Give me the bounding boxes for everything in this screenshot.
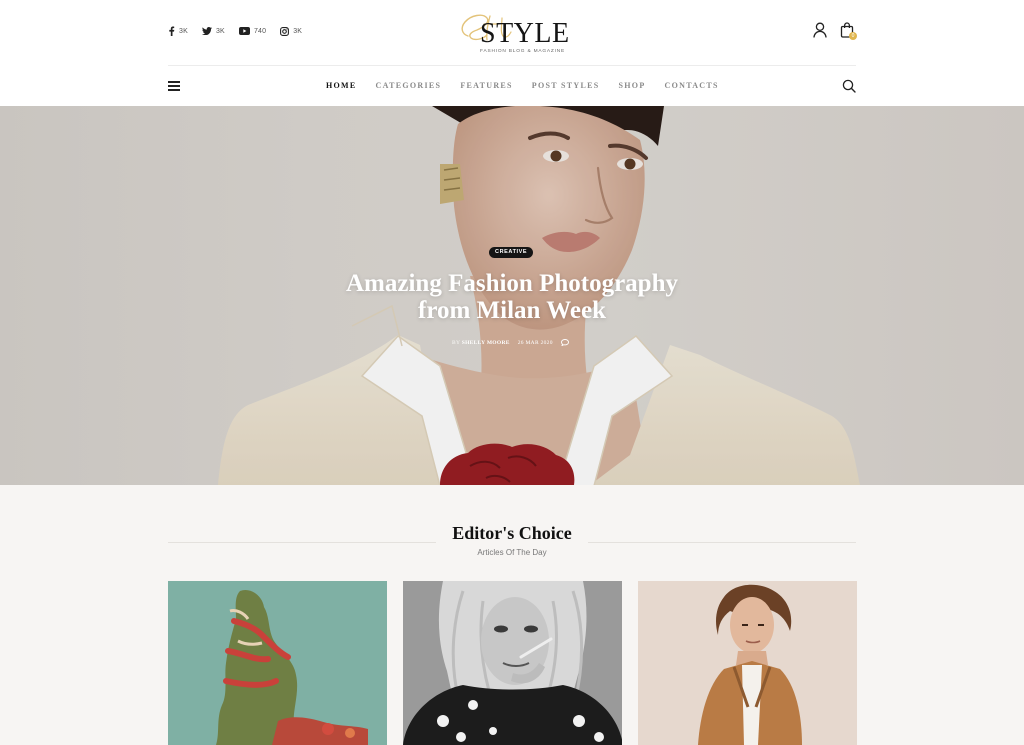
hero-title[interactable]: Amazing Fashion Photography from Milan W…: [262, 270, 762, 324]
facebook-link[interactable]: 3K: [168, 26, 188, 36]
meta-by-label: BY: [452, 339, 461, 346]
nav-item-home[interactable]: HOME: [326, 81, 357, 90]
article-image-3: [638, 581, 857, 745]
article-card-1[interactable]: [168, 581, 387, 745]
editors-choice-section: Editor's Choice Articles Of The Day: [0, 485, 1024, 745]
nav-item-shop[interactable]: SHOP: [619, 81, 646, 90]
post-meta: BY SHELLY MOORE 26 MAR 2020: [452, 339, 569, 346]
section-title: Editor's Choice: [452, 523, 572, 543]
hero-title-line-2: from Milan Week: [418, 297, 606, 324]
article-image-2: [403, 581, 622, 745]
menu-toggle-icon[interactable]: [168, 81, 180, 91]
nav-menu: HOME CATEGORIES FEATURES POST STYLES SHO…: [326, 81, 719, 90]
youtube-icon: [238, 27, 250, 35]
cart-count-badge: 0: [849, 32, 857, 40]
nav-item-post-styles[interactable]: POST STYLES: [532, 81, 600, 90]
user-icon: [813, 22, 827, 38]
site-logo[interactable]: STYLE FASHION BLOG & MAGAZINE: [458, 6, 570, 58]
facebook-count: 3K: [179, 27, 188, 35]
hero-title-line-1: Amazing Fashion Photography: [346, 270, 678, 297]
author-link[interactable]: SHELLY MOORE: [462, 340, 510, 346]
instagram-icon: [280, 26, 290, 36]
nav-item-categories[interactable]: CATEGORIES: [376, 81, 442, 90]
section-subtitle: Articles Of The Day: [477, 548, 547, 557]
main-navigation: HOME CATEGORIES FEATURES POST STYLES SHO…: [168, 66, 856, 106]
search-button[interactable]: [842, 79, 856, 93]
post-date: 26 MAR 2020: [517, 339, 553, 346]
search-icon: [842, 79, 856, 93]
meta-byline: BY SHELLY MOORE: [452, 340, 510, 346]
twitter-icon: [201, 27, 212, 35]
twitter-count: 3K: [215, 27, 225, 35]
cart-button[interactable]: 0: [840, 22, 858, 42]
youtube-count: 740: [253, 27, 267, 35]
category-badge[interactable]: CREATIVE: [489, 247, 534, 258]
article-card-3[interactable]: [638, 581, 857, 745]
article-image-1: [168, 581, 387, 745]
site-header: 3K 3K 740 3K STYLE FASHION BLOG & MAGAZI…: [0, 0, 1024, 106]
account-button[interactable]: [813, 22, 829, 40]
facebook-icon: [169, 26, 175, 36]
article-card-2[interactable]: [403, 581, 622, 745]
logo-tagline: FASHION BLOG & MAGAZINE: [480, 49, 566, 54]
social-links: 3K 3K 740 3K: [168, 26, 302, 36]
header-topbar: 3K 3K 740 3K STYLE FASHION BLOG & MAGAZI…: [168, 0, 858, 66]
comment-icon[interactable]: [560, 339, 569, 346]
instagram-count: 3K: [293, 27, 303, 35]
nav-item-contacts[interactable]: CONTACTS: [665, 81, 719, 90]
nav-item-features[interactable]: FEATURES: [460, 81, 512, 90]
hero-featured-post[interactable]: CREATIVE Amazing Fashion Photography fro…: [0, 106, 1024, 485]
youtube-link[interactable]: 740: [238, 27, 267, 35]
logo-wordmark: STYLE: [480, 18, 570, 49]
twitter-link[interactable]: 3K: [201, 27, 225, 35]
instagram-link[interactable]: 3K: [280, 26, 303, 36]
hero-content: CREATIVE Amazing Fashion Photography fro…: [0, 106, 1024, 485]
